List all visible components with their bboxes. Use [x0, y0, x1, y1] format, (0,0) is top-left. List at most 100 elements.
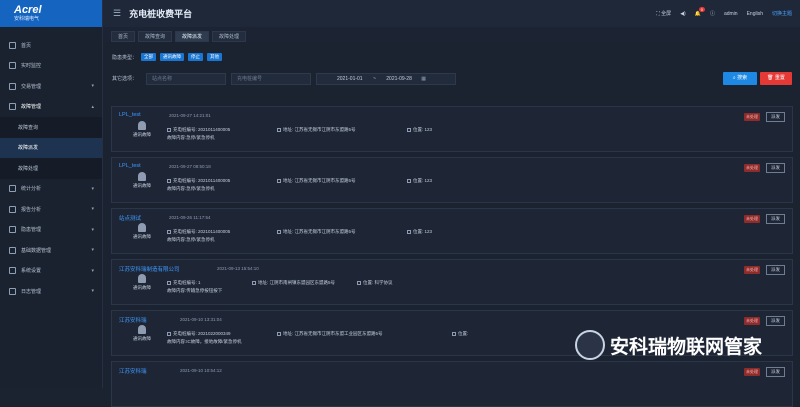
dispatch-button[interactable]: 派发 [766, 367, 785, 377]
dispatch-button[interactable]: 派发 [766, 112, 785, 122]
sidebar-sub-fault-handle[interactable]: 故障处理 [0, 158, 102, 179]
chevron-down-icon: ▾ [91, 206, 94, 212]
tab-fault-query[interactable]: 故障查询 [138, 31, 173, 42]
checkbox-icon [167, 229, 171, 234]
fullscreen-icon: ⛶ [656, 11, 660, 17]
chip-stop[interactable]: 停止 [188, 53, 204, 61]
status-badge: 未处理 [744, 368, 760, 376]
card-address: 地址: 江苏省无锡市江阴市东盟路5号 [277, 178, 356, 184]
theme-switch[interactable]: 切换主题 [772, 10, 792, 17]
type-filter-label: 隐患类型： [112, 54, 138, 61]
chip-other[interactable]: 其他 [207, 53, 223, 61]
card-content: 故障内容:IC故障，接地故障/紧急停机 [167, 339, 242, 344]
user-name[interactable]: admin [724, 11, 738, 17]
wechat-icon [575, 330, 605, 360]
card-site-name[interactable]: LPL_test [119, 112, 141, 118]
chart-icon [9, 185, 16, 193]
hazard-icon [9, 226, 16, 234]
bell-icon[interactable]: 🔔 0 [695, 6, 705, 17]
sidebar-sub-fault-query[interactable]: 故障查询 [0, 117, 102, 138]
search-button[interactable]: ⌕ 搜索 [723, 72, 757, 85]
site-name-input[interactable]: 站点名称 [146, 73, 226, 85]
language-switch[interactable]: English [747, 11, 763, 17]
other-options-label: 其它选项： [112, 76, 138, 82]
card-position: 位置: 123 [407, 178, 432, 184]
person-icon [138, 121, 146, 130]
checkbox-icon [167, 178, 171, 183]
card-site-name[interactable]: 站点测试 [119, 214, 141, 222]
sidebar-item-home[interactable]: 首页 [0, 35, 102, 56]
card-site-name[interactable]: 江苏安科瑞 [119, 367, 147, 375]
card-site-name[interactable]: LPL_test [119, 163, 141, 169]
chip-comm-fault[interactable]: 通讯故障 [160, 53, 185, 61]
checkbox-icon [407, 229, 411, 234]
date-from: 2021-01-01 [337, 76, 363, 82]
reset-button[interactable]: 🗑 重置 [760, 72, 792, 85]
trash-icon: 🗑 [767, 75, 774, 81]
person-icon [138, 223, 146, 232]
card-pile: 充电桩编号: 2021011400005 [167, 127, 230, 133]
sidebar: Acrel 安科瑞电气 首页 实时监控 交易管理 ▾ 故障管理 ▴ 故障查询 故障派… [0, 0, 103, 388]
tab-fault-dispatch[interactable]: 故障派发 [175, 31, 210, 42]
sidebar-item-stats[interactable]: 统计分析 ▾ [0, 179, 102, 200]
calendar-icon: ▦ [421, 76, 426, 82]
watermark-text: 安科瑞物联网管家 [610, 336, 763, 358]
menu-toggle-icon[interactable]: ☰ [113, 8, 121, 19]
status-badge: 未处理 [744, 317, 760, 325]
status-badge: 未处理 [744, 215, 760, 223]
card-pile: 充电桩编号: 1 [167, 280, 201, 286]
card-address: 地址: 江苏省无锡市江阴市东盟工业园区东盟路5号 [277, 331, 383, 337]
chevron-down-icon: ▾ [91, 185, 94, 192]
card-site-name[interactable]: 江苏安科瑞制造有限公司 [119, 265, 180, 273]
checkbox-icon [277, 229, 281, 234]
card-content: 故障内容:急停/紧急停机 [167, 186, 215, 191]
dispatch-button[interactable]: 派发 [766, 316, 785, 326]
fault-card: LPL_test 2021-09-27 14:21:01 通讯故障 充电桩编号:… [111, 106, 793, 152]
checkbox-icon [452, 331, 456, 336]
monitor-icon [9, 62, 16, 70]
card-address: 地址: 江苏省无锡市江阴市东盟路5号 [277, 229, 356, 235]
dispatch-button[interactable]: 派发 [766, 265, 785, 275]
sidebar-item-report[interactable]: 报告分析 ▾ [0, 199, 102, 220]
tab-strip: 首页 故障查询 故障派发 故障处理 [103, 27, 800, 42]
fullscreen-button[interactable]: ⛶ 全屏 [656, 10, 671, 17]
checkbox-icon [357, 280, 361, 285]
tab-home[interactable]: 首页 [111, 31, 136, 42]
card-time: 2021-09-26 11:17:54 [169, 215, 211, 220]
checkbox-icon [277, 331, 281, 336]
sidebar-item-logs[interactable]: 日志管理 ▾ [0, 281, 102, 302]
help-icon[interactable]: ⓘ [710, 10, 715, 17]
sidebar-item-fault[interactable]: 故障管理 ▴ [0, 97, 102, 118]
checkbox-icon [167, 127, 171, 132]
checkbox-icon [407, 127, 411, 132]
logo: Acrel 安科瑞电气 [0, 0, 102, 27]
fault-card: 江苏安科瑞 2021-09-10 10:54:12 未处理 派发 [111, 361, 793, 407]
date-separator: ~ [372, 76, 376, 82]
type-filter-row: 隐患类型： 全部 通讯故障 停止 其他 [112, 53, 223, 61]
sidebar-item-monitor[interactable]: 实时监控 [0, 56, 102, 77]
card-content: 故障内容:急停/紧急停机 [167, 237, 215, 242]
sidebar-item-trade[interactable]: 交易管理 ▾ [0, 76, 102, 97]
search-icon: ⌕ [732, 75, 736, 81]
date-range-input[interactable]: 2021-01-01 ~ 2021-09-28 ▦ [316, 73, 456, 85]
sidebar-item-basedata[interactable]: 基础数据管理 ▾ [0, 240, 102, 261]
pile-number-input[interactable]: 充电桩编号 [231, 73, 311, 85]
card-time: 2021-09-27 08:50:18 [169, 164, 211, 169]
dispatch-button[interactable]: 派发 [766, 163, 785, 173]
card-type: 通讯故障 [129, 274, 155, 291]
checkbox-icon [167, 280, 171, 285]
checkbox-icon [167, 331, 171, 336]
person-icon [138, 325, 146, 334]
tab-fault-handle[interactable]: 故障处理 [212, 31, 247, 42]
person-icon [138, 172, 146, 181]
sidebar-item-hazard[interactable]: 隐患管理 ▾ [0, 220, 102, 241]
sidebar-sub-fault-dispatch[interactable]: 故障派发 [0, 137, 102, 158]
volume-icon[interactable]: ◀) [680, 11, 686, 17]
chevron-up-icon: ▴ [91, 103, 94, 110]
card-site-name[interactable]: 江苏安科瑞 [119, 316, 147, 324]
chip-all[interactable]: 全部 [141, 53, 157, 61]
dispatch-button[interactable]: 派发 [766, 214, 785, 224]
report-icon [9, 205, 16, 213]
card-time: 2021-09-27 14:21:01 [169, 113, 211, 118]
sidebar-item-settings[interactable]: 系统设置 ▾ [0, 261, 102, 282]
